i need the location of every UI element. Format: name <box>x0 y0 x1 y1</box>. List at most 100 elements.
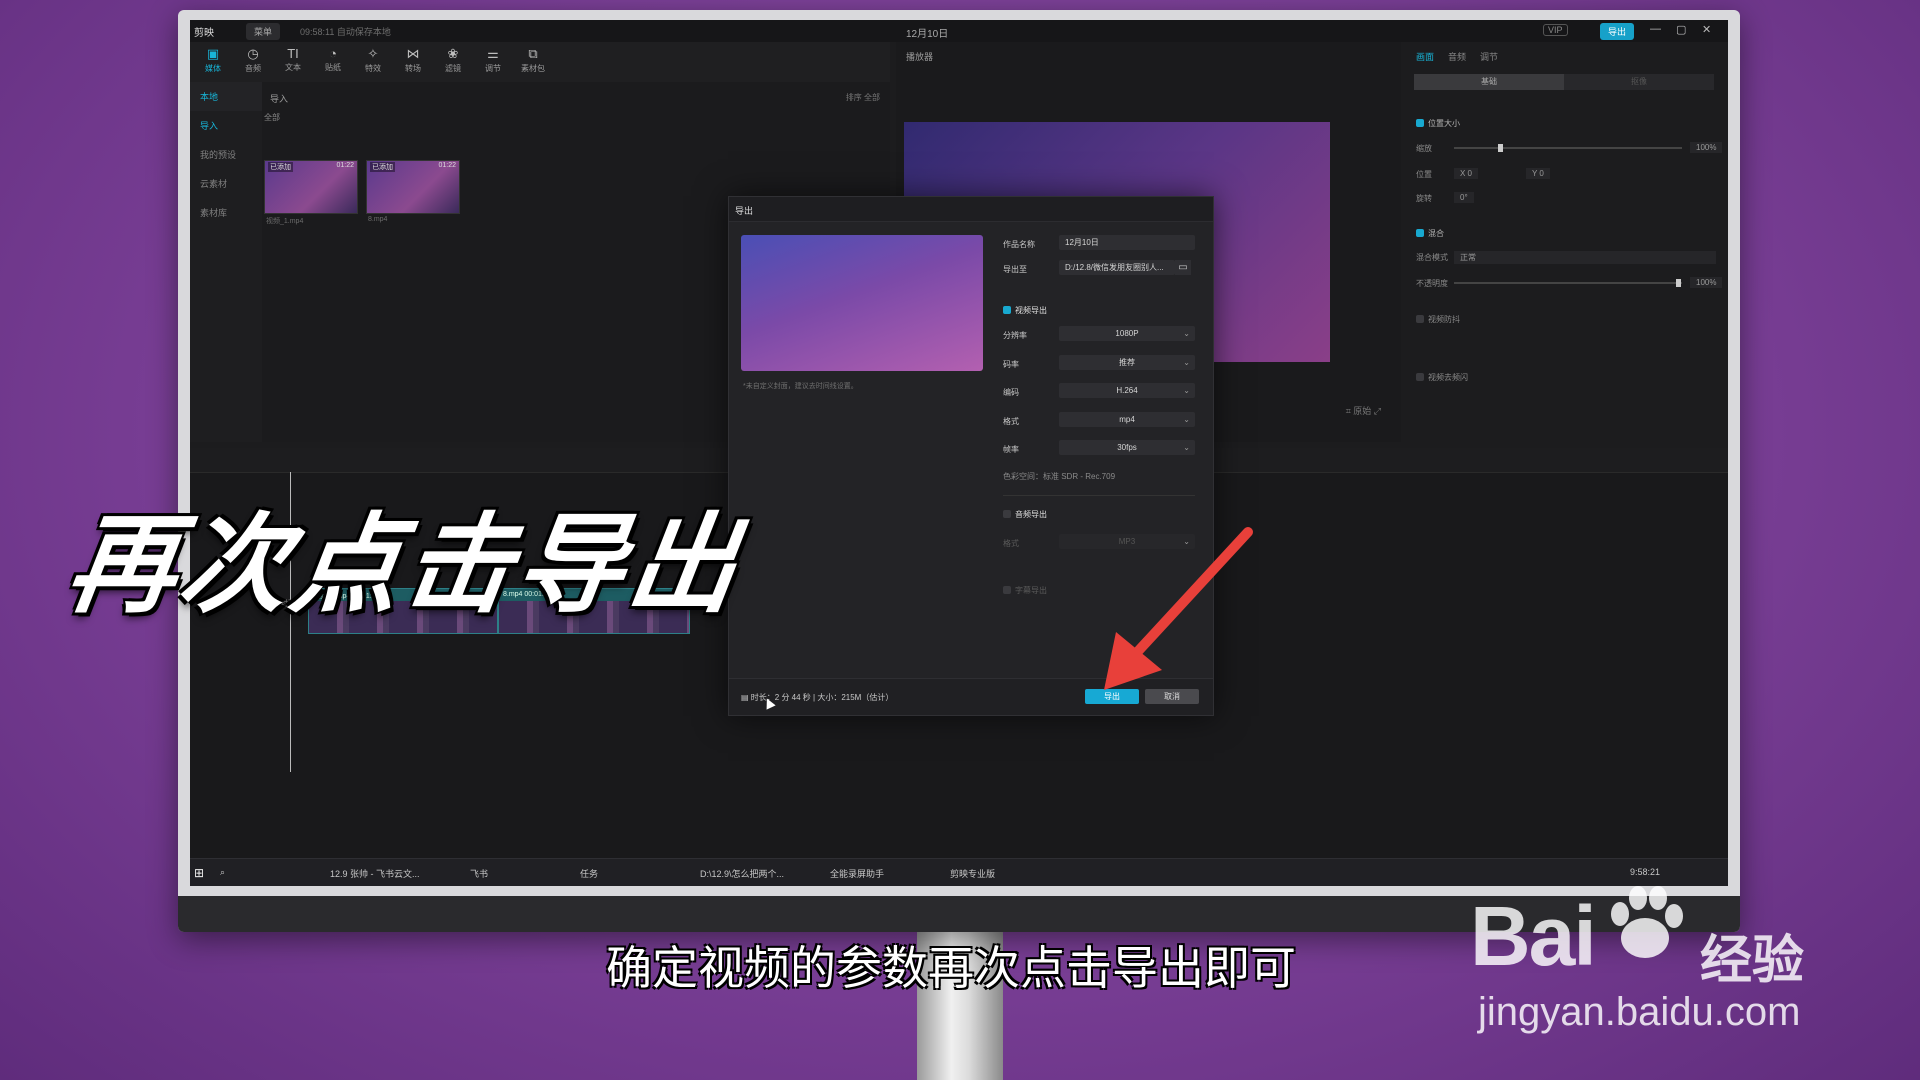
cover-preview[interactable] <box>741 235 983 371</box>
checkbox-icon <box>1416 119 1424 127</box>
position-label: 位置 <box>1416 170 1432 179</box>
maximize-icon[interactable]: ▢ <box>1676 23 1686 36</box>
select-value: 推荐 <box>1119 358 1135 367</box>
folder-icon[interactable]: ▭ <box>1175 260 1191 275</box>
tool-adjust[interactable]: ⚌ 调节 <box>474 46 512 74</box>
close-icon[interactable]: ✕ <box>1702 23 1711 36</box>
stabilize-toggle[interactable]: 视频防抖 <box>1416 314 1460 325</box>
position-size-section[interactable]: 位置大小 <box>1416 118 1460 129</box>
fps-label: 帧率 <box>1003 445 1019 454</box>
player-controls[interactable]: ⌗ 原始 ⤢ <box>1346 404 1381 417</box>
media-clip[interactable]: 已添加 01:22 <box>264 160 358 214</box>
name-input[interactable]: 12月10日 <box>1059 235 1195 250</box>
tab-audio[interactable]: 音频 <box>1448 50 1466 63</box>
title-bar: 剪映 菜单 09:58:11 自动保存本地 12月10日 VIP 导出 — ▢ … <box>190 20 1728 42</box>
tool-label: 素材包 <box>521 64 545 73</box>
taskbar-item[interactable]: 剪映专业版 <box>950 867 995 880</box>
tool-sticker[interactable]: ◔ 贴纸 <box>314 46 352 73</box>
tool-label: 调节 <box>485 64 501 73</box>
blend-section[interactable]: 混合 <box>1416 228 1444 239</box>
bitrate-select[interactable]: 推荐 ⌄ <box>1059 355 1195 370</box>
subtitle-export-toggle[interactable]: 字幕导出 <box>1003 585 1047 596</box>
import-button[interactable]: 导入 <box>270 92 288 105</box>
minimize-icon[interactable]: — <box>1650 23 1661 35</box>
name-label: 作品名称 <box>1003 240 1035 249</box>
tool-label: 文本 <box>285 63 301 72</box>
project-title: 12月10日 <box>906 29 949 40</box>
path-label: 导出至 <box>1003 265 1027 274</box>
rotate-input[interactable]: 0° <box>1454 192 1474 203</box>
select-value: H.264 <box>1116 386 1138 395</box>
clip-name: 视频_1.mp4 <box>266 218 304 225</box>
tool-filter[interactable]: ❀ 滤镜 <box>434 46 472 74</box>
scale-value[interactable]: 100% <box>1690 142 1723 153</box>
taskbar-item[interactable]: D:\12.9\怎么把两个... <box>700 867 784 880</box>
taskbar-item[interactable]: 全能录屏助手 <box>830 867 884 880</box>
slider-handle[interactable] <box>1498 144 1503 152</box>
scale-slider[interactable] <box>1454 144 1682 152</box>
autosave-status: 09:58:11 自动保存本地 <box>300 27 391 37</box>
dialog-title-bar <box>729 197 1213 222</box>
tool-media[interactable]: ▣ 媒体 <box>194 46 232 74</box>
clip-name: 8.mp4 <box>368 216 388 223</box>
nav-local[interactable]: 本地 <box>190 82 262 111</box>
audio-icon: ◷ <box>247 46 259 61</box>
opacity-value[interactable]: 100% <box>1690 277 1723 288</box>
checkbox-icon <box>1416 229 1424 237</box>
nav-library[interactable]: 素材库 <box>190 198 262 227</box>
nav-import[interactable]: 导入 <box>190 111 262 140</box>
scale-label: 缩放 <box>1416 144 1432 153</box>
format-select[interactable]: mp4 ⌄ <box>1059 412 1195 427</box>
tab-adjust[interactable]: 调节 <box>1480 50 1498 63</box>
taskbar-item[interactable]: 任务 <box>580 867 598 880</box>
tool-pack[interactable]: ⧉ 素材包 <box>514 46 552 74</box>
taskbar-item[interactable]: 12.9 张帅 - 飞书云文... <box>330 867 420 880</box>
audio-export-toggle[interactable]: 音频导出 <box>1003 509 1047 520</box>
pos-x-input[interactable]: X 0 <box>1454 168 1479 179</box>
windows-start-icon[interactable]: ⊞ <box>194 866 204 880</box>
player-title: 播放器 <box>906 52 934 62</box>
video-export-toggle[interactable]: 视频导出 <box>1003 305 1047 316</box>
screen: 剪映 菜单 09:58:11 自动保存本地 12月10日 VIP 导出 — ▢ … <box>190 20 1728 886</box>
nav-cloud[interactable]: 云素材 <box>190 169 262 198</box>
select-value: mp4 <box>1119 415 1135 424</box>
properties-panel: 画面 音频 调节 基础 抠像 位置大小 缩放 100% 位置 X 0 Y 0 旋… <box>1408 42 1728 442</box>
opacity-slider[interactable] <box>1454 279 1682 287</box>
pack-icon: ⧉ <box>528 46 538 61</box>
chevron-down-icon: ⌄ <box>1183 415 1190 424</box>
nav-presets[interactable]: 我的预设 <box>190 140 262 169</box>
tab-picture[interactable]: 画面 <box>1416 50 1434 63</box>
tool-label: 滤镜 <box>445 64 461 73</box>
clip-added-tag: 已添加 <box>268 162 293 172</box>
taskbar-item[interactable]: 飞书 <box>470 867 488 880</box>
blend-mode-select[interactable]: 正常 <box>1454 251 1716 264</box>
search-icon[interactable]: ⌕ <box>220 867 225 878</box>
tool-effects[interactable]: ✧ 特效 <box>354 46 392 74</box>
media-sort-tools[interactable]: 排序 全部 <box>846 92 880 103</box>
media-clip[interactable]: 已添加 01:22 <box>366 160 460 214</box>
top-export-button[interactable]: 导出 <box>1600 23 1635 40</box>
rotate-label: 旋转 <box>1416 194 1432 203</box>
denoise-toggle[interactable]: 视频去频闪 <box>1416 372 1468 383</box>
path-input[interactable]: D:/12.8/微信发朋友圈别人... <box>1059 260 1175 275</box>
codec-select[interactable]: H.264 ⌄ <box>1059 383 1195 398</box>
tool-audio[interactable]: ◷ 音频 <box>234 46 272 74</box>
checkbox-icon <box>1416 315 1424 323</box>
segment-basic[interactable]: 基础 <box>1414 74 1564 90</box>
pos-y-input[interactable]: Y 0 <box>1526 168 1550 179</box>
tool-transition[interactable]: ⋈ 转场 <box>394 46 432 74</box>
vip-badge[interactable]: VIP <box>1543 24 1568 36</box>
resolution-select[interactable]: 1080P ⌄ <box>1059 326 1195 341</box>
tool-label: 贴纸 <box>325 63 341 72</box>
clip-added-tag: 已添加 <box>370 162 395 172</box>
slider-handle[interactable] <box>1676 279 1681 287</box>
format-label: 格式 <box>1003 417 1019 426</box>
segment-matting[interactable]: 抠像 <box>1564 74 1714 90</box>
checkbox-icon <box>1003 510 1011 518</box>
fps-select[interactable]: 30fps ⌄ <box>1059 440 1195 455</box>
colorspace-info: 色彩空间：标准 SDR - Rec.709 <box>1003 472 1116 481</box>
tool-text[interactable]: TI 文本 <box>274 46 312 73</box>
toggle-label: 视频防抖 <box>1428 315 1460 324</box>
filter-all[interactable]: 全部 <box>264 112 280 123</box>
menu-button[interactable]: 菜单 <box>246 23 281 40</box>
